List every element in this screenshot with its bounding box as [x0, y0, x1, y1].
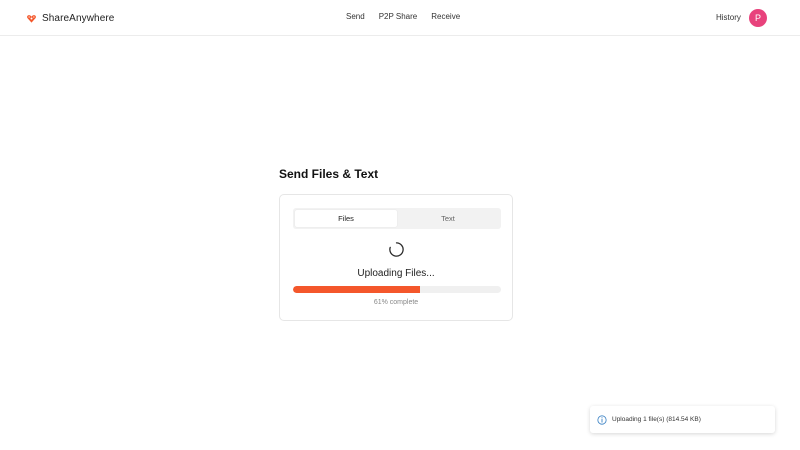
app-header: ShareAnywhere Send P2P Share Receive His… — [0, 0, 800, 36]
brand-name: ShareAnywhere — [42, 12, 115, 24]
page-title: Send Files & Text — [279, 167, 379, 181]
upload-progress-fill — [293, 286, 420, 293]
progress-percent-text: 61% complete — [373, 299, 419, 306]
loading-spinner-icon — [389, 242, 404, 257]
nav-receive[interactable]: Receive — [431, 12, 460, 21]
upload-toast: Uploading 1 file(s) (814.54 KB) — [590, 406, 775, 433]
history-link[interactable]: History — [716, 13, 741, 22]
upload-progress-bar — [293, 286, 501, 293]
info-icon — [597, 414, 607, 425]
nav-send[interactable]: Send — [346, 12, 365, 21]
nav-p2p-share[interactable]: P2P Share — [379, 12, 418, 21]
user-avatar[interactable]: P — [749, 9, 767, 27]
upload-status-text: Uploading Files... — [357, 268, 435, 279]
tab-files[interactable]: Files — [295, 210, 397, 227]
send-type-tabs: Files Text — [293, 208, 501, 229]
brand-logo-link[interactable]: ShareAnywhere — [26, 10, 114, 26]
send-card: Files Text Uploading Files... 61% comple… — [279, 194, 513, 321]
main-nav: Send P2P Share Receive — [346, 12, 460, 21]
tab-text[interactable]: Text — [397, 210, 499, 227]
toast-message: Uploading 1 file(s) (814.54 KB) — [612, 416, 701, 423]
heart-sparkle-icon — [27, 14, 36, 23]
